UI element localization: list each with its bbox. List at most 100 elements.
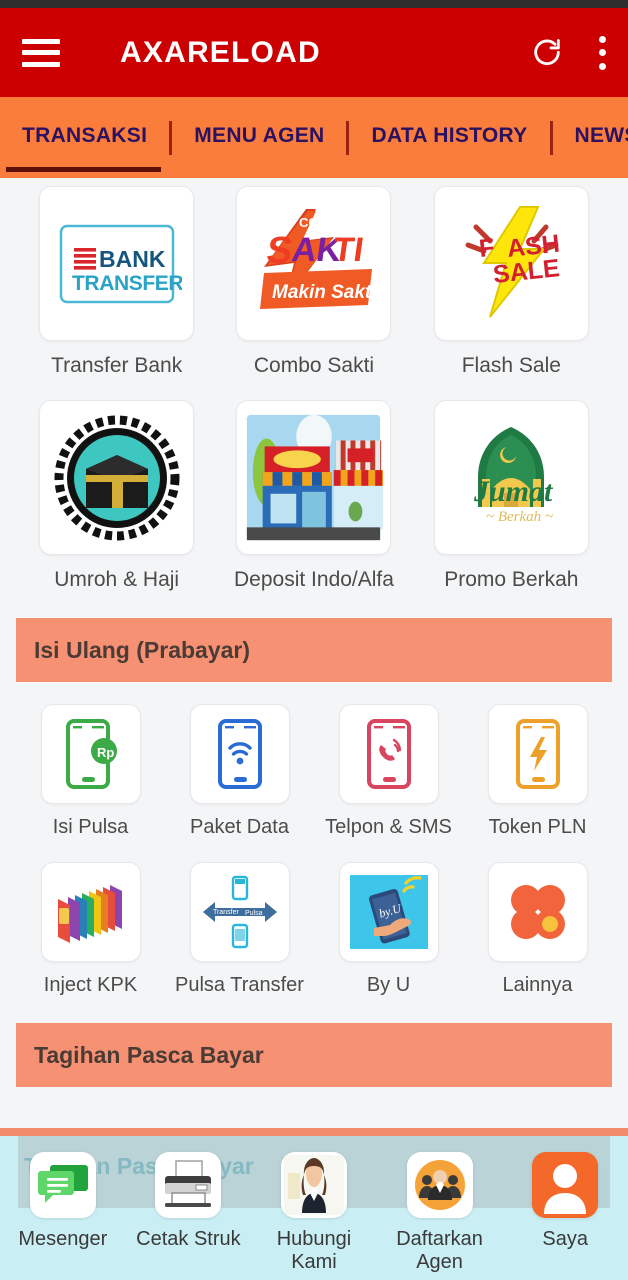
tab-data-history[interactable]: DATA HISTORY bbox=[349, 125, 549, 150]
prepaid-label: Telpon & SMS bbox=[325, 816, 452, 839]
service-combo-sakti[interactable]: COMBO S AK TI Makin Sakti Combo Sakti bbox=[215, 186, 412, 378]
icon-wrap bbox=[406, 1152, 473, 1218]
tile: Jumat ~ Berkah ~ bbox=[433, 400, 589, 556]
main-content: BANK TRANSFER Transfer Bank COMBO S AK T… bbox=[0, 178, 628, 1280]
prepaid-by-u[interactable]: by.U By U bbox=[314, 861, 463, 998]
service-deposit-indo-alfa[interactable]: Deposit Indo/Alfa bbox=[215, 400, 412, 592]
kaaba-icon bbox=[54, 415, 180, 541]
app-screen: AXARELOAD TRANSAKSI MENU AGEN DATA HISTO… bbox=[0, 0, 628, 1280]
people-group-icon bbox=[414, 1160, 465, 1210]
svg-text:Transfer: Transfer bbox=[213, 909, 239, 916]
service-label: Promo Berkah bbox=[444, 568, 579, 592]
app-bar-actions bbox=[530, 35, 606, 70]
svg-text:F: F bbox=[478, 234, 496, 263]
sim-cards-icon bbox=[57, 884, 122, 943]
prepaid-lainnya[interactable]: Lainnya bbox=[463, 861, 612, 998]
four-dots-icon bbox=[510, 884, 565, 939]
bottom-navigation-bar: Tagihan Pasca Bayar Mesenger Cetak Struk… bbox=[0, 1128, 628, 1280]
bottom-nav-items: Mesenger Cetak Struk Hubungi Kami Daftar… bbox=[0, 1152, 628, 1274]
svg-text:Jumat: Jumat bbox=[473, 475, 554, 508]
svg-text:SALE: SALE bbox=[492, 254, 561, 289]
bank-transfer-icon: BANK TRANSFER bbox=[59, 224, 182, 303]
prepaid-telpon-sms[interactable]: Telpon & SMS bbox=[314, 704, 463, 840]
tile bbox=[487, 704, 588, 805]
bottom-nav-cetak-struk[interactable]: Cetak Struk bbox=[126, 1152, 252, 1274]
service-label: Umroh & Haji bbox=[54, 568, 180, 592]
prepaid-label: Token PLN bbox=[488, 816, 587, 839]
refresh-icon[interactable] bbox=[530, 36, 564, 70]
tab-menu-agen[interactable]: MENU AGEN bbox=[172, 125, 346, 150]
prepaid-label: Isi Pulsa bbox=[52, 816, 129, 839]
service-transfer-bank[interactable]: BANK TRANSFER Transfer Bank bbox=[18, 186, 215, 378]
section-title: Tagihan Pasca Bayar bbox=[34, 1041, 264, 1068]
transfer-arrows-icon: Transfer Pulsa bbox=[202, 875, 277, 949]
service-label: Transfer Bank bbox=[51, 354, 183, 377]
prepaid-token-pln[interactable]: Token PLN bbox=[463, 704, 612, 840]
byu-hand-phone-icon: by.U bbox=[349, 874, 428, 949]
svg-text:Pulsa: Pulsa bbox=[245, 910, 263, 917]
person-avatar-icon bbox=[532, 1152, 599, 1218]
combo-sakti-icon: COMBO S AK TI Makin Sakti bbox=[259, 209, 377, 309]
tile: F ASH SALE bbox=[433, 186, 589, 341]
tile: Rp bbox=[40, 704, 141, 805]
service-label: Combo Sakti bbox=[253, 354, 375, 377]
tile bbox=[189, 704, 290, 805]
storefront-icon bbox=[247, 414, 384, 541]
bottom-nav-label: Saya bbox=[542, 1228, 588, 1250]
mosque-jumat-icon: Jumat ~ Berkah ~ bbox=[473, 427, 554, 525]
service-label: Flash Sale bbox=[461, 354, 561, 377]
tab-bar: TRANSAKSI MENU AGEN DATA HISTORY NEWS bbox=[0, 97, 628, 178]
bottom-nav-hubungi-kami[interactable]: Hubungi Kami bbox=[251, 1152, 377, 1274]
prepaid-label: Inject KPK bbox=[43, 973, 138, 996]
icon-wrap bbox=[280, 1152, 347, 1218]
active-tab-indicator bbox=[6, 167, 161, 172]
tile bbox=[487, 861, 588, 962]
tile bbox=[39, 400, 195, 556]
tab-transaksi[interactable]: TRANSAKSI bbox=[0, 125, 169, 150]
service-promo-berkah[interactable]: Jumat ~ Berkah ~ Promo Berkah bbox=[413, 400, 610, 592]
service-label: Deposit Indo/Alfa bbox=[234, 568, 394, 592]
prepaid-label: Lainnya bbox=[502, 973, 573, 996]
bottom-nav-label: Mesenger bbox=[18, 1228, 108, 1250]
service-flash-sale[interactable]: F ASH SALE Flash Sale bbox=[413, 186, 610, 378]
tile bbox=[338, 704, 439, 805]
phone-call-icon bbox=[366, 719, 411, 790]
tile bbox=[40, 861, 141, 962]
tile: BANK TRANSFER bbox=[39, 186, 195, 341]
service-umroh-haji[interactable]: Umroh & Haji bbox=[18, 400, 215, 592]
phone-wifi-icon bbox=[217, 719, 262, 790]
bottom-nav-saya[interactable]: Saya bbox=[502, 1152, 628, 1274]
prepaid-paket-data[interactable]: Paket Data bbox=[165, 704, 314, 840]
bottom-nav-label: Daftarkan Agen bbox=[396, 1228, 483, 1273]
flash-sale-icon: F ASH SALE bbox=[465, 206, 561, 318]
kebab-menu-icon[interactable] bbox=[598, 35, 606, 70]
prepaid-isi-pulsa[interactable]: Rp Isi Pulsa bbox=[16, 704, 165, 840]
chat-bubbles-icon bbox=[37, 1165, 88, 1203]
svg-text:BANK: BANK bbox=[99, 246, 166, 272]
section-title: Isi Ulang (Prabayar) bbox=[34, 636, 251, 663]
customer-service-woman-icon bbox=[283, 1155, 344, 1215]
prepaid-label: Pulsa Transfer bbox=[175, 973, 304, 996]
prepaid-section-header: Isi Ulang (Prabayar) bbox=[16, 618, 612, 683]
status-bar bbox=[0, 0, 628, 8]
prepaid-pulsa-transfer[interactable]: Transfer Pulsa Pulsa Transfer bbox=[165, 861, 314, 998]
bottom-nav-mesenger[interactable]: Mesenger bbox=[0, 1152, 126, 1274]
postpaid-section-header: Tagihan Pasca Bayar bbox=[16, 1023, 612, 1088]
svg-text:Rp: Rp bbox=[97, 745, 114, 760]
tab-news[interactable]: NEWS bbox=[553, 125, 628, 150]
tile: by.U bbox=[338, 861, 439, 962]
prepaid-grid: Rp Isi Pulsa Paket Data Telpon & SMS Tok… bbox=[0, 682, 628, 997]
top-services-grid: BANK TRANSFER Transfer Bank COMBO S AK T… bbox=[0, 178, 628, 592]
icon-wrap bbox=[532, 1152, 599, 1218]
phone-bolt-icon bbox=[515, 719, 560, 790]
svg-text:~ Berkah ~: ~ Berkah ~ bbox=[486, 509, 553, 525]
tile bbox=[236, 400, 392, 556]
icon-wrap bbox=[155, 1152, 222, 1218]
bottom-nav-daftarkan-agen[interactable]: Daftarkan Agen bbox=[377, 1152, 503, 1274]
bottom-nav-label: Cetak Struk bbox=[136, 1228, 241, 1250]
hamburger-menu-icon[interactable] bbox=[22, 38, 60, 67]
app-bar: AXARELOAD bbox=[0, 8, 628, 97]
app-title: AXARELOAD bbox=[120, 35, 321, 69]
svg-text:COMBO: COMBO bbox=[299, 215, 349, 230]
prepaid-inject-kpk[interactable]: Inject KPK bbox=[16, 861, 165, 998]
